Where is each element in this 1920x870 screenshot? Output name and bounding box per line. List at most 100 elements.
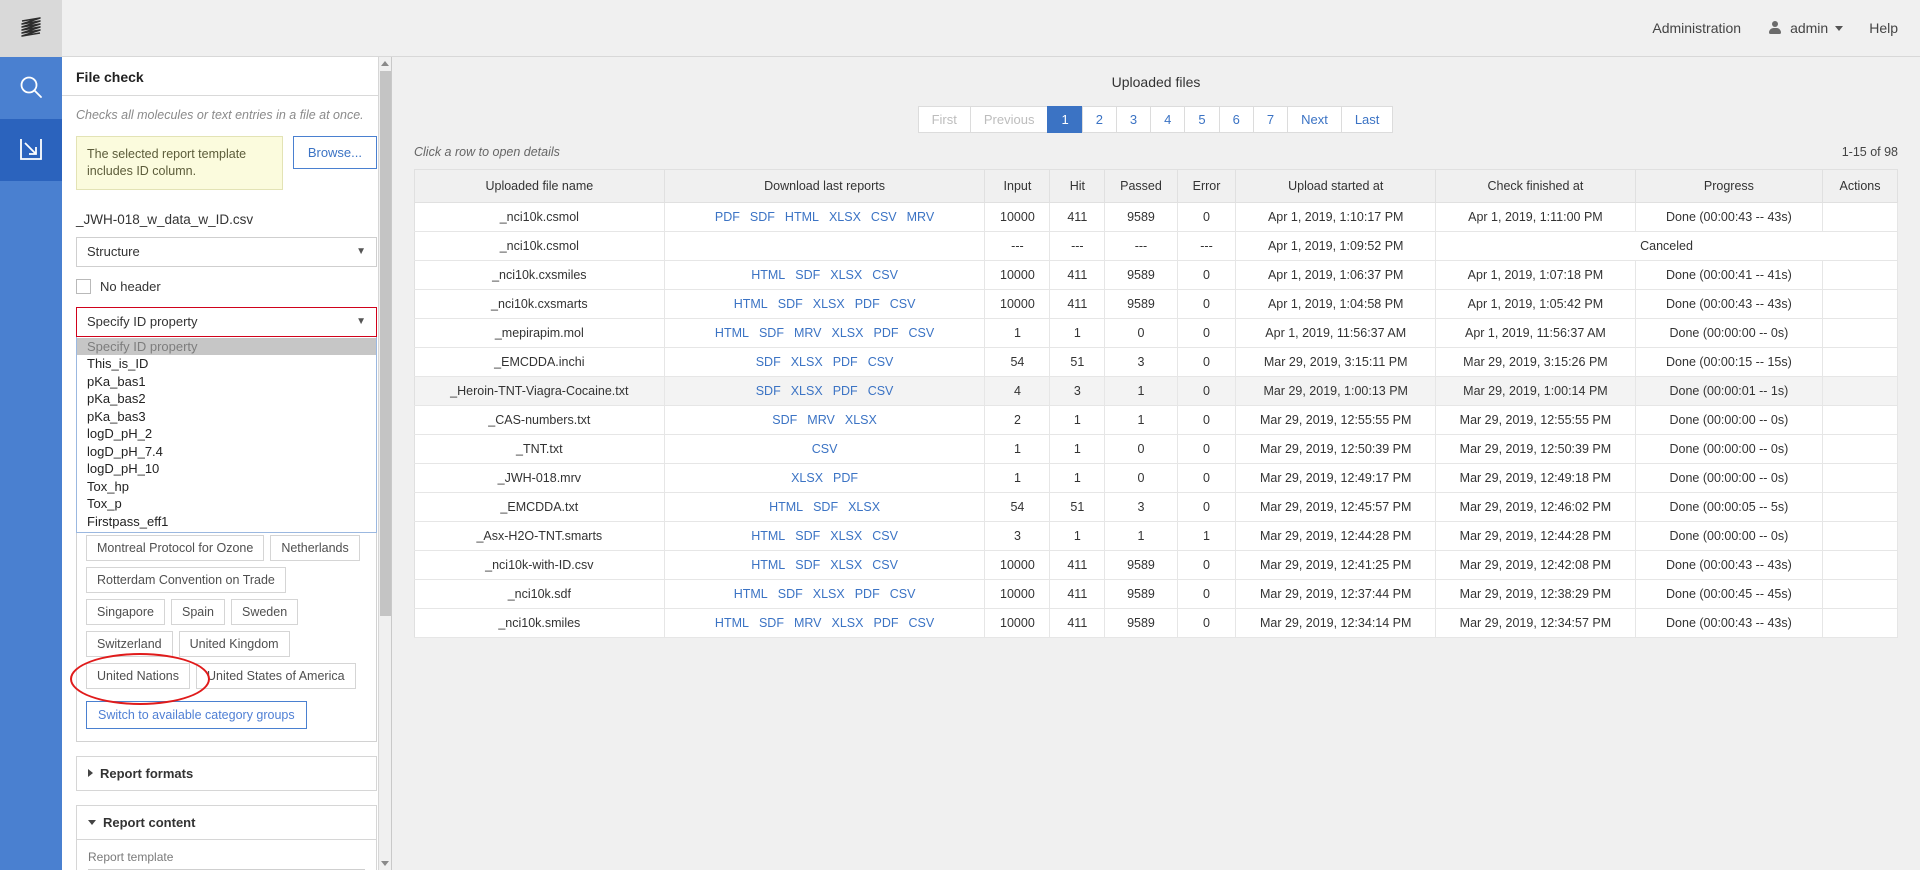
switch-category-groups-button[interactable]: Switch to available category groups (86, 701, 307, 729)
cell-actions[interactable] (1823, 493, 1898, 522)
category-tag[interactable]: United Kingdom (179, 631, 290, 657)
pager-page-4[interactable]: 4 (1150, 106, 1185, 133)
table-row[interactable]: _JWH-018.mrvXLSXPDF1100Mar 29, 2019, 12:… (415, 464, 1898, 493)
id-property-option[interactable]: logD_pH_10 (77, 460, 376, 478)
id-property-option[interactable]: pKa_bas2 (77, 390, 376, 408)
cell-actions[interactable] (1823, 464, 1898, 493)
report-content-header[interactable]: Report content (76, 805, 377, 840)
pager-page-5[interactable]: 5 (1184, 106, 1219, 133)
id-property-option[interactable]: pKa_bas1 (77, 373, 376, 391)
id-property-option[interactable]: pKa_bas3 (77, 408, 376, 426)
download-link[interactable]: XLSX (832, 326, 864, 340)
id-property-option[interactable]: Specify ID property (77, 338, 376, 356)
download-link[interactable]: HTML (751, 529, 785, 543)
download-link[interactable]: XLSX (791, 355, 823, 369)
download-link[interactable]: SDF (813, 500, 838, 514)
download-link[interactable]: SDF (756, 355, 781, 369)
download-link[interactable]: XLSX (830, 529, 862, 543)
download-link[interactable]: SDF (750, 210, 775, 224)
panel-scrollbar[interactable] (378, 57, 391, 870)
table-row[interactable]: _nci10k.csmolPDFSDFHTMLXLSXCSVMRV1000041… (415, 203, 1898, 232)
table-row[interactable]: _nci10k.cxsmartsHTMLSDFXLSXPDFCSV1000041… (415, 290, 1898, 319)
cell-actions[interactable] (1823, 261, 1898, 290)
download-link[interactable]: MRV (794, 326, 822, 340)
cell-actions[interactable] (1823, 435, 1898, 464)
download-link[interactable]: HTML (751, 558, 785, 572)
download-link[interactable]: SDF (778, 587, 803, 601)
pager-next[interactable]: Next (1287, 106, 1342, 133)
category-tag[interactable]: Rotterdam Convention on Trade (86, 567, 286, 593)
user-menu[interactable]: admin (1767, 20, 1843, 36)
download-link[interactable]: PDF (873, 616, 898, 630)
download-link[interactable]: XLSX (830, 558, 862, 572)
pager-page-6[interactable]: 6 (1219, 106, 1254, 133)
id-property-option[interactable]: Firstpass_eff1 (77, 513, 376, 531)
download-link[interactable]: CSV (868, 355, 894, 369)
category-tag[interactable]: United States of America (196, 663, 356, 689)
scroll-down-button[interactable] (379, 857, 391, 870)
category-tag[interactable]: United Nations (86, 663, 190, 689)
administration-link[interactable]: Administration (1652, 20, 1741, 36)
download-link[interactable]: XLSX (813, 297, 845, 311)
cell-actions[interactable] (1823, 580, 1898, 609)
id-property-field[interactable]: Specify ID property ▼ (76, 307, 377, 337)
id-property-option[interactable]: Tox_p (77, 495, 376, 513)
download-link[interactable]: XLSX (830, 268, 862, 282)
download-link[interactable]: PDF (715, 210, 740, 224)
download-link[interactable]: SDF (778, 297, 803, 311)
pager-page-7[interactable]: 7 (1253, 106, 1288, 133)
category-tag[interactable]: Netherlands (270, 535, 359, 561)
table-row[interactable]: _nci10k-with-ID.csvHTMLSDFXLSXCSV1000041… (415, 551, 1898, 580)
rail-item-import[interactable] (0, 119, 62, 181)
download-link[interactable]: SDF (756, 384, 781, 398)
cell-actions[interactable] (1823, 319, 1898, 348)
cell-actions[interactable] (1823, 290, 1898, 319)
cell-actions[interactable] (1823, 377, 1898, 406)
cell-actions[interactable] (1823, 203, 1898, 232)
download-link[interactable]: CSV (872, 268, 898, 282)
structure-select[interactable]: Structure ▼ (76, 237, 377, 267)
cell-actions[interactable] (1823, 551, 1898, 580)
download-link[interactable]: CSV (872, 529, 898, 543)
download-link[interactable]: CSV (890, 587, 916, 601)
download-link[interactable]: HTML (715, 326, 749, 340)
download-link[interactable]: PDF (855, 587, 880, 601)
download-link[interactable]: XLSX (848, 500, 880, 514)
id-property-option-list[interactable]: Specify ID propertyThis_is_IDpKa_bas1pKa… (76, 337, 377, 534)
download-link[interactable]: CSV (868, 384, 894, 398)
id-property-option[interactable]: logD_pH_7.4 (77, 443, 376, 461)
download-link[interactable]: PDF (833, 355, 858, 369)
id-property-option[interactable]: Tox_hp (77, 478, 376, 496)
download-link[interactable]: HTML (785, 210, 819, 224)
download-link[interactable]: CSV (890, 297, 916, 311)
download-link[interactable]: SDF (772, 413, 797, 427)
pager-page-3[interactable]: 3 (1116, 106, 1151, 133)
download-link[interactable]: PDF (873, 326, 898, 340)
table-row[interactable]: _TNT.txtCSV1100Mar 29, 2019, 12:50:39 PM… (415, 435, 1898, 464)
download-link[interactable]: XLSX (791, 384, 823, 398)
download-link[interactable]: HTML (734, 587, 768, 601)
table-row[interactable]: _mepirapim.molHTMLSDFMRVXLSXPDFCSV1100Ap… (415, 319, 1898, 348)
cell-actions[interactable] (1823, 522, 1898, 551)
pager-last[interactable]: Last (1341, 106, 1394, 133)
download-link[interactable]: SDF (795, 558, 820, 572)
download-link[interactable]: XLSX (832, 616, 864, 630)
download-link[interactable]: XLSX (791, 471, 823, 485)
download-link[interactable]: MRV (794, 616, 822, 630)
category-tag[interactable]: Montreal Protocol for Ozone (86, 535, 264, 561)
download-link[interactable]: HTML (715, 616, 749, 630)
download-link[interactable]: XLSX (829, 210, 861, 224)
app-logo[interactable] (0, 0, 62, 56)
table-row[interactable]: _EMCDDA.inchiSDFXLSXPDFCSV545130Mar 29, … (415, 348, 1898, 377)
pager-previous[interactable]: Previous (970, 106, 1049, 133)
table-row[interactable]: _CAS-numbers.txtSDFMRVXLSX2110Mar 29, 20… (415, 406, 1898, 435)
table-row[interactable]: _EMCDDA.txtHTMLSDFXLSX545130Mar 29, 2019… (415, 493, 1898, 522)
report-formats-header[interactable]: Report formats (76, 756, 377, 791)
no-header-checkbox[interactable] (76, 279, 91, 294)
pager-first[interactable]: First (918, 106, 971, 133)
category-tag[interactable]: Singapore (86, 599, 165, 625)
pager-page-1[interactable]: 1 (1047, 106, 1082, 133)
scroll-up-button[interactable] (379, 57, 391, 70)
download-link[interactable]: SDF (759, 616, 784, 630)
cell-actions[interactable] (1823, 609, 1898, 638)
